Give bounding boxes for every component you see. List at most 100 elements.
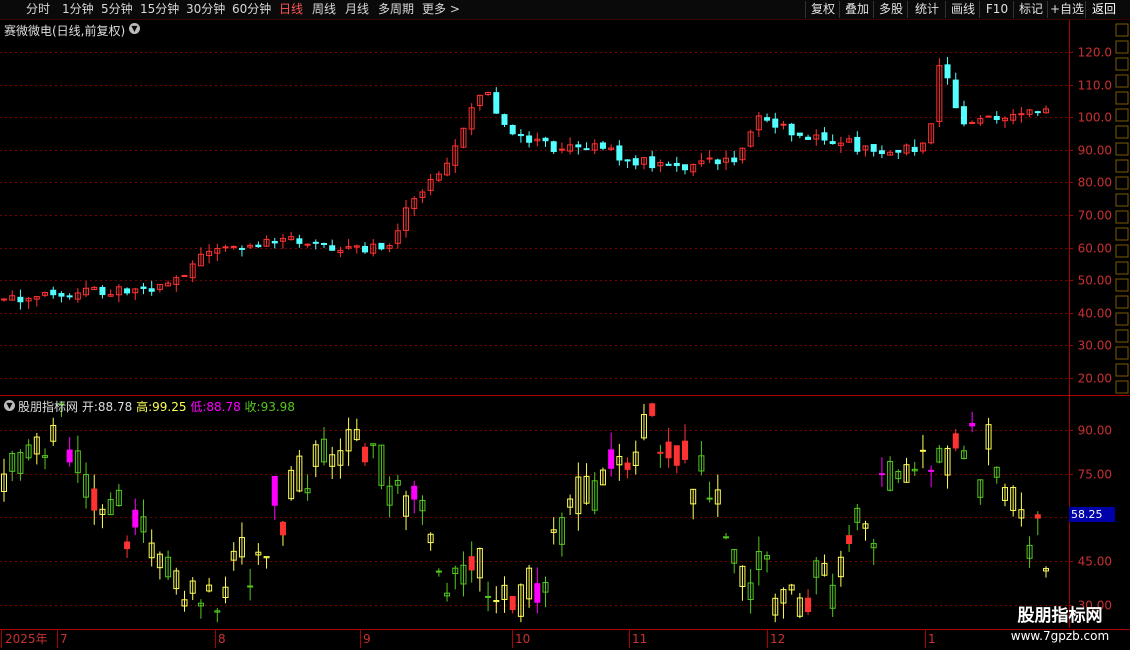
x-month-label: 1: [928, 632, 936, 646]
indicator-body: [706, 497, 713, 500]
indicator-body: [608, 449, 615, 469]
x-month-label: 12: [770, 632, 785, 646]
indicator-body: [673, 445, 680, 466]
candle-body: [222, 246, 229, 249]
side-tab: [1115, 23, 1129, 37]
candle-body: [714, 159, 721, 165]
candle-body: [517, 134, 524, 137]
current-price-tag: 58.25: [1069, 507, 1115, 522]
candle-body: [575, 144, 582, 148]
side-tab: [1115, 91, 1129, 105]
candle-body: [854, 136, 861, 152]
y-tick-label: 30.00: [1078, 339, 1112, 353]
candle-body: [788, 123, 795, 136]
indicator-body: [681, 440, 688, 460]
indicator-body: [805, 597, 812, 613]
indicator-body: [435, 570, 442, 573]
candle-body: [493, 92, 500, 114]
candle-body: [378, 242, 385, 250]
indicator-name: 股朋指标网: [18, 400, 79, 414]
candle-body: [583, 148, 590, 151]
candle-body: [969, 122, 976, 125]
indicator-body: [411, 485, 418, 500]
y-tick-label: 75.00: [1078, 468, 1112, 482]
candle-body: [238, 247, 245, 250]
indicator-candles: [1, 400, 1049, 623]
side-tab: [1115, 329, 1129, 343]
indicator-body: [624, 462, 631, 470]
side-tab: [1115, 312, 1129, 326]
close-value: 93.98: [260, 400, 295, 414]
kline-chart[interactable]: 120.0 110.0 100.0 90.00 80.00 70.00 60.00 50.00…: [0, 0, 1130, 650]
candle-body: [895, 149, 902, 153]
candle-body: [599, 142, 606, 149]
candle-body: [296, 238, 303, 244]
indicator-body: [846, 535, 853, 545]
x-month-label: 9: [363, 632, 371, 646]
candle-body: [58, 293, 65, 297]
x-month-label: 11: [632, 632, 647, 646]
y-tick-label: 70.00: [1078, 209, 1112, 223]
low-value: 88.78: [206, 400, 241, 414]
indicator-body: [878, 473, 885, 476]
watermark: 股朋指标网 www.7gpzb.com: [990, 604, 1130, 650]
candle-body: [706, 157, 713, 160]
candle-body: [66, 295, 73, 298]
indicator-body: [534, 583, 541, 603]
candle-body: [526, 135, 533, 143]
indicator-body: [509, 595, 516, 611]
low-label: 低:: [190, 400, 207, 414]
x-month-label: 8: [218, 632, 226, 646]
candle-body: [952, 79, 959, 109]
chevron-down-icon[interactable]: ▼: [4, 400, 15, 411]
indicator-body: [723, 536, 730, 539]
candle-body: [124, 288, 131, 294]
candle-body: [993, 115, 1000, 121]
y-tick-label: 90.00: [1078, 424, 1112, 438]
candle-body: [632, 158, 639, 166]
candle-body: [329, 245, 336, 251]
chart-axes: 120.0 110.0 100.0 90.00 80.00 70.00 60.00 50.00…: [0, 20, 1130, 648]
indicator-body: [66, 449, 73, 463]
side-tab: [1115, 125, 1129, 139]
indicator-body: [1034, 514, 1041, 519]
high-value: 99.25: [152, 400, 187, 414]
side-tab: [1115, 210, 1129, 224]
candle-body: [50, 289, 57, 296]
chevron-down-icon[interactable]: ▼: [129, 23, 140, 34]
chart-grid: [0, 52, 1069, 606]
side-tab: [1115, 57, 1129, 71]
candle-body: [1, 298, 7, 301]
indicator-body: [952, 433, 959, 449]
candle-body: [362, 245, 369, 253]
side-tab: [1115, 159, 1129, 173]
candle-body: [312, 241, 319, 244]
indicator-body: [649, 403, 656, 416]
indicator-body: [124, 541, 131, 550]
y-tick-label: 40.00: [1078, 307, 1112, 321]
side-tab: [1115, 278, 1129, 292]
candle-body: [911, 146, 918, 152]
watermark-url: www.7gpzb.com: [1010, 629, 1110, 643]
y-tick-label: 110.0: [1078, 79, 1112, 93]
indicator-body: [91, 488, 98, 511]
indicator-body: [665, 441, 672, 459]
side-tab: [1115, 244, 1129, 258]
open-value: 88.78: [97, 400, 133, 414]
indicator-body: [132, 509, 139, 528]
x-year-label: 2025年: [5, 632, 48, 646]
side-tab: [1115, 227, 1129, 241]
indicator-body: [468, 556, 475, 571]
candle-body: [673, 162, 680, 167]
candle-body: [509, 124, 516, 135]
side-tab: [1115, 295, 1129, 309]
candle-body: [255, 244, 262, 248]
candle-body: [805, 136, 812, 140]
indicator-body: [247, 585, 254, 588]
candle-body: [271, 240, 278, 244]
indicator-body: [657, 451, 664, 454]
candle-body: [665, 163, 672, 166]
candle-body: [731, 157, 738, 163]
candle-body: [148, 288, 155, 292]
candle-body: [558, 148, 565, 151]
